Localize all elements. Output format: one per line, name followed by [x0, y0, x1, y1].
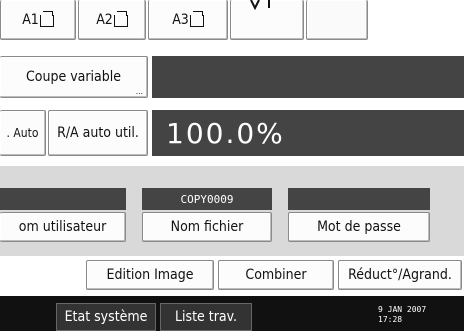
file-info-panel	[0, 166, 464, 256]
variable-cut-label: Coupe variable	[25, 69, 122, 85]
clock-time: 17:28	[378, 315, 403, 324]
paper-a3-label: A3	[172, 11, 189, 28]
clock: 9 JAN 2007 17:28	[378, 305, 458, 329]
paper-a1-label: A1	[22, 11, 39, 28]
paper-orientation-icon	[113, 10, 128, 27]
file-name-value: COPY0009	[180, 192, 234, 206]
password-label: Mot de passe	[317, 219, 401, 235]
clock-date: 9 JAN 2007	[378, 305, 427, 314]
user-name-button[interactable]: om utilisateur	[0, 212, 126, 242]
file-name-button[interactable]: Nom fichier	[142, 212, 272, 242]
variable-cut-display	[152, 56, 464, 98]
paper-orientation-icon	[189, 10, 204, 27]
auto-ratio-button[interactable]: . Auto	[0, 110, 46, 156]
edit-image-label: Edition Image	[106, 267, 194, 283]
ratio-value: 100.0%	[166, 116, 285, 150]
file-name-label: Nom fichier	[170, 219, 244, 235]
user-auto-ratio-button[interactable]: R/A auto util.	[48, 110, 148, 156]
paper-size-button-faded[interactable]	[306, 0, 368, 40]
paper-a1-button[interactable]: A1	[0, 0, 76, 40]
job-list-label: Liste trav.	[175, 309, 237, 325]
paper-size-button-partial[interactable]	[230, 0, 304, 40]
more-options-icon: …	[135, 87, 143, 96]
paper-a3-button[interactable]: A3	[148, 0, 228, 40]
combine-button[interactable]: Combiner	[218, 260, 334, 290]
file-name-value-box: COPY0009	[142, 188, 272, 210]
reduce-enlarge-label: Réduct°/Agrand.	[348, 267, 452, 283]
ratio-display: 100.0%	[152, 110, 464, 156]
paper-size-glyph-icon	[250, 0, 270, 10]
user-auto-ratio-label: R/A auto util.	[57, 125, 139, 141]
auto-ratio-label: . Auto	[6, 126, 39, 140]
paper-a2-button[interactable]: A2	[78, 0, 146, 40]
job-list-button[interactable]: Liste trav.	[160, 303, 252, 331]
paper-orientation-icon	[39, 10, 54, 27]
password-button[interactable]: Mot de passe	[288, 212, 430, 242]
system-status-label: Etat système	[64, 309, 148, 325]
variable-cut-button[interactable]: Coupe variable …	[0, 56, 148, 98]
paper-a2-label: A2	[96, 11, 113, 28]
edit-image-button[interactable]: Edition Image	[86, 260, 214, 290]
reduce-enlarge-button[interactable]: Réduct°/Agrand.	[338, 260, 462, 290]
user-name-label: om utilisateur	[18, 219, 107, 235]
user-name-value-box	[0, 188, 126, 210]
combine-label: Combiner	[245, 267, 307, 283]
system-status-button[interactable]: Etat système	[56, 303, 156, 331]
password-value-box	[288, 188, 430, 210]
